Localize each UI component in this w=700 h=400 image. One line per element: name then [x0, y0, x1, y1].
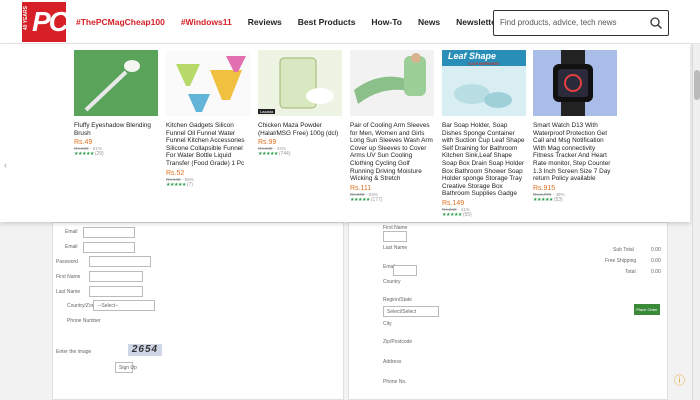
chevron-up-icon[interactable]: ‹ — [4, 160, 14, 170]
smart-watch-image — [533, 50, 617, 116]
page-scrollbar[interactable] — [692, 44, 700, 400]
rating-stars: ★★★★★ (7) — [166, 181, 193, 188]
nav-item-cheap100[interactable]: #ThePCMagCheap100 — [76, 17, 165, 27]
site-header: 40 YEARS PC #ThePCMagCheap100 #Windows11… — [0, 0, 700, 44]
product-popup: ‹ Fluffy Eyeshadow Blending Brush Rs.49 … — [0, 44, 690, 222]
product-price: Rs.111 — [350, 184, 372, 192]
product-title[interactable]: Chicken Maza Powder (Halal/MSG Free) 100… — [258, 122, 342, 137]
product-card[interactable]: Pair of Cooling Arm Sleeves for Men, Wom… — [350, 50, 434, 203]
form-label: Email — [65, 229, 78, 235]
product-card[interactable]: Kitchen Gadgets Silicon Funnel Oil Funne… — [166, 50, 250, 188]
checkout-label: Last Name — [383, 245, 408, 251]
country-select[interactable]: --Select-- — [93, 300, 155, 311]
first-name-field[interactable] — [89, 271, 143, 282]
product-price: Rs.49 — [74, 139, 93, 147]
rating-stars: ★★★★★ (55) — [442, 211, 472, 218]
email-confirm-field[interactable] — [83, 242, 135, 253]
product-price: Rs.52 — [166, 169, 185, 177]
product-card[interactable]: Smart Watch D13 With Waterproof Protecti… — [533, 50, 617, 203]
product-price: Rs.915 — [533, 184, 556, 192]
summary-value: 0.00 — [651, 247, 661, 253]
rating-stars: ★★★★★ (53) — [533, 196, 563, 203]
region-select[interactable]: Select/Select — [383, 306, 439, 317]
product-title[interactable]: Bar Soap Holder, Soap Dishes Sponge Cont… — [442, 122, 526, 198]
summary-label: Total — [625, 269, 636, 275]
form-label: Password — [56, 259, 78, 265]
product-card[interactable]: Leaf Shape SOAP DISPENSER Bar Soap Holde… — [442, 50, 526, 218]
product-badge: Lazada — [258, 109, 276, 114]
funnel-image — [166, 50, 250, 116]
product-card[interactable]: Fluffy Eyeshadow Blending Brush Rs.49 Rs… — [74, 50, 158, 157]
nav-item-news[interactable]: News — [418, 17, 440, 27]
checkout-label: Zip/Postcode — [383, 339, 413, 345]
product-title[interactable]: Pair of Cooling Arm Sleeves for Men, Wom… — [350, 122, 434, 183]
logo-mark: PC — [32, 6, 69, 37]
product-image[interactable]: Leaf Shape SOAP DISPENSER — [442, 50, 526, 116]
image-sublabel: SOAP DISPENSER — [468, 62, 500, 66]
checkout-field[interactable] — [383, 231, 407, 242]
place-order-button[interactable]: Place Order — [634, 304, 660, 315]
nav-item-reviews[interactable]: Reviews — [248, 17, 282, 27]
form-label: Email — [65, 244, 78, 250]
product-price: Rs.149 — [442, 199, 465, 207]
rating-stars: ★★★★★ (177) — [350, 196, 383, 203]
summary-label: Free Shipping — [605, 258, 637, 264]
logo-years-label: 40 YEARS — [23, 6, 29, 31]
captcha-image: 2654 — [128, 344, 162, 356]
rating-stars: ★★★★★ (29) — [74, 151, 104, 158]
pcmag-logo[interactable]: 40 YEARS PC — [22, 2, 69, 42]
scrollbar-thumb[interactable] — [694, 70, 700, 100]
product-image[interactable] — [166, 50, 250, 116]
checkout-label: Address — [383, 359, 402, 365]
info-icon[interactable]: ⓘ — [674, 372, 685, 388]
nav-item-windows11[interactable]: #Windows11 — [181, 17, 232, 27]
arm-sleeves-image — [350, 50, 434, 116]
product-price: Rs.99 — [258, 139, 277, 147]
summary-label: Sub Total — [613, 247, 634, 253]
product-title[interactable]: Fluffy Eyeshadow Blending Brush — [74, 122, 158, 137]
rating-stars: ★★★★★ (744) — [258, 151, 291, 158]
brush-image — [74, 50, 158, 116]
image-label: Leaf Shape — [448, 51, 497, 61]
form-label: Enter the image — [56, 349, 92, 355]
form-label: Last Name — [56, 289, 81, 295]
last-name-field[interactable] — [89, 286, 143, 297]
submit-button[interactable]: Sign Up — [115, 362, 137, 373]
search-icon[interactable] — [649, 16, 663, 30]
password-field[interactable] — [89, 256, 151, 267]
form-label: Phone Number — [67, 318, 101, 324]
product-image[interactable] — [74, 50, 158, 116]
checkout-field[interactable] — [393, 265, 417, 276]
product-image[interactable] — [350, 50, 434, 116]
checkout-label: Phone No. — [383, 379, 407, 385]
checkout-label: Region/State — [383, 297, 412, 303]
search-box[interactable]: Find products, advice, tech news — [493, 10, 669, 36]
summary-value: 0.00 — [651, 258, 661, 264]
product-title[interactable]: Kitchen Gadgets Silicon Funnel Oil Funne… — [166, 122, 250, 168]
email-field[interactable] — [83, 227, 135, 238]
product-title[interactable]: Smart Watch D13 With Waterproof Protecti… — [533, 122, 617, 183]
product-card[interactable]: Lazada Chicken Maza Powder (Halal/MSG Fr… — [258, 50, 342, 157]
search-placeholder[interactable]: Find products, advice, tech news — [500, 18, 617, 27]
product-image[interactable] — [533, 50, 617, 116]
nav-item-best-products[interactable]: Best Products — [298, 17, 356, 27]
signup-form-panel: Email Email Password First Name Last Nam… — [52, 222, 344, 400]
powder-pack-image — [258, 50, 342, 116]
nav-item-how-to[interactable]: How-To — [371, 17, 402, 27]
summary-value: 0.00 — [651, 269, 661, 275]
main-nav: #ThePCMagCheap100 #Windows11 Reviews Bes… — [76, 17, 520, 27]
checkout-label: Country — [383, 279, 401, 285]
checkout-label: City — [383, 321, 392, 327]
product-image[interactable]: Lazada — [258, 50, 342, 116]
checkout-panel: First Name Last Name Email Country Regio… — [348, 222, 668, 400]
form-label: First Name — [56, 274, 81, 280]
